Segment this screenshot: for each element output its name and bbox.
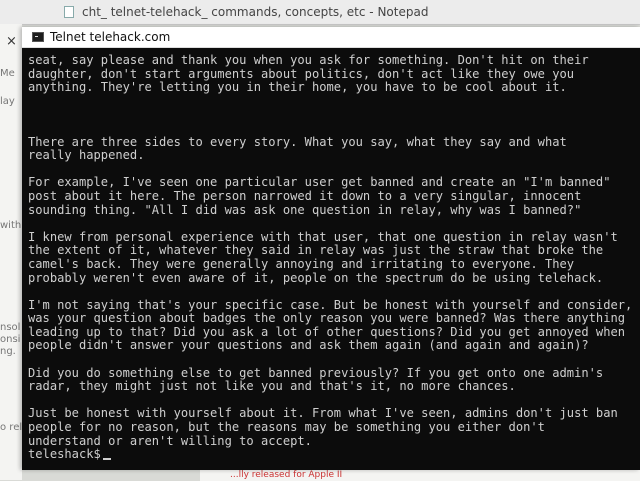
console-line: I'm not saying that's your specific case…	[28, 297, 633, 312]
notepad-fragment: o rele	[0, 422, 22, 433]
console-line: people for no reason, but the reasons ma…	[28, 420, 545, 435]
console-line: camel's back. They were generally annoyi…	[28, 256, 575, 271]
telnet-titlebar[interactable]: Telnet telehack.com	[22, 27, 640, 48]
console-line: For example, I've seen one particular us…	[28, 175, 611, 190]
telnet-window[interactable]: Telnet telehack.com seat, say please and…	[22, 27, 640, 470]
notepad-fragment: ng.	[0, 346, 16, 357]
notepad-fragment: Me	[0, 68, 15, 79]
console-line: Did you do something else to get banned …	[28, 365, 604, 380]
console-line: sounding thing. "All I did was ask one q…	[28, 202, 582, 217]
notepad-title: cht_ telnet-telehack_ commands, concepts…	[82, 5, 429, 19]
console-line: people didn't answer your questions and …	[28, 338, 589, 353]
command-prompt[interactable]: teleshack$	[28, 448, 640, 462]
console-line: post about it here. The person narrowed …	[28, 188, 582, 203]
prompt-text: teleshack$	[28, 447, 101, 462]
notepad-fragment: with	[0, 220, 22, 231]
console-line: There are three sides to every story. Wh…	[28, 134, 567, 149]
console-line: the extent of it, whatever they said in …	[28, 243, 604, 258]
console-icon	[32, 32, 44, 42]
console-line: probably weren't even aware of it, peopl…	[28, 270, 604, 285]
console-line: was your question about badges the only …	[28, 311, 626, 326]
text-cursor	[102, 457, 111, 460]
notepad-fragment: ...lly released for Apple II	[230, 470, 343, 480]
console-line: really happened.	[28, 148, 145, 163]
close-icon[interactable]: ×	[6, 34, 17, 49]
telnet-title: Telnet telehack.com	[50, 30, 171, 44]
notepad-fragment: nsol	[0, 322, 21, 333]
notepad-fragment: onsi	[0, 334, 21, 345]
console-line: daughter, don't start arguments about po…	[28, 66, 575, 81]
console-line: anything. They're letting you in their h…	[28, 80, 567, 95]
console-line: understand or aren't willing to accept.	[28, 433, 312, 448]
console-line: seat, say please and thank you when you …	[28, 53, 589, 67]
console-line: I knew from personal experience with tha…	[28, 229, 618, 244]
console-line: Just be honest with yourself about it. F…	[28, 406, 618, 421]
console-line: radar, they might just not like you and …	[28, 379, 516, 394]
notepad-icon	[64, 6, 74, 18]
console-output[interactable]: seat, say please and thank you when you …	[22, 48, 640, 464]
notepad-fragment: lay	[0, 96, 15, 107]
console-line: leading up to that? Did you ask a lot of…	[28, 324, 626, 339]
notepad-titlebar: cht_ telnet-telehack_ commands, concepts…	[0, 0, 640, 25]
notepad-left-edge: × Me lay with nsol onsi ng. o rele	[0, 24, 22, 480]
